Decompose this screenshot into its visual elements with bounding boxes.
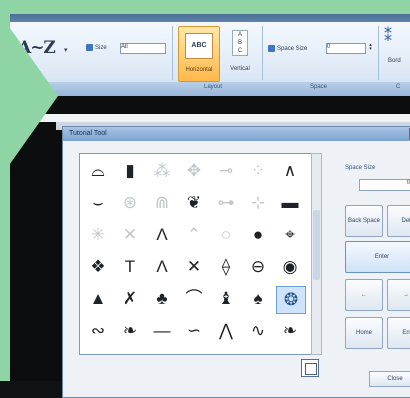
symbol-grid: ⌓ ▮ ⁂ ✥ ⊸ ⁘ ∧ ⌣ ⊛ ⋒ ❦ ⊶ ⊹ ▬ ✳ ✕ Λ ⌃ ○ ● ⌖ ❖ T Λ ✕ ⟠ ⊖ ◉ ▲ ✗ ♣ ⌒ ♝ ♠ ❂ ∾ ❧ — ∽ ⋀…: [79, 153, 313, 355]
size-label: Size: [95, 45, 107, 52]
symbol-cell[interactable]: ✥: [180, 158, 208, 184]
symbol-cell[interactable]: ⋒: [148, 190, 176, 216]
space-size-label: Space Size: [277, 46, 308, 53]
symbol-cell[interactable]: ⌖: [276, 222, 304, 248]
space-size-input[interactable]: 0: [326, 43, 366, 54]
symbol-cell[interactable]: ⊛: [116, 190, 144, 216]
symbol-grid-scrollbar[interactable]: [311, 153, 322, 355]
size-icon: [86, 44, 93, 51]
horizontal-layout-button[interactable]: ABC Horizontal: [178, 26, 220, 82]
symbol-cell[interactable]: Λ: [148, 222, 176, 248]
symbol-cell[interactable]: ●: [244, 222, 272, 248]
ribbon-divider: [172, 26, 173, 80]
space-size-icon: [268, 45, 275, 52]
end-button[interactable]: En: [387, 317, 410, 349]
symbol-cell[interactable]: ✗: [116, 286, 144, 312]
home-button[interactable]: Home: [345, 317, 383, 349]
backspace-button[interactable]: Back Space: [345, 205, 383, 237]
spinner-icon[interactable]: ▴ ▾: [368, 43, 373, 52]
delete-label: Del: [401, 218, 410, 224]
symbol-cell[interactable]: T: [116, 254, 144, 280]
title-bar: [0, 0, 410, 22]
ribbon-group-labels: Layout Space C: [0, 82, 410, 96]
space-size-control: Space Size: [268, 45, 307, 52]
symbol-cell[interactable]: Λ: [148, 254, 176, 280]
vertical-layout-button[interactable]: ABC Vertical: [226, 26, 254, 80]
sort-az-button[interactable]: A~Z: [18, 38, 56, 58]
chevron-down-icon[interactable]: ▾: [64, 46, 68, 54]
left-arrow-button[interactable]: ←: [345, 279, 383, 311]
symbol-cell[interactable]: ⊶: [212, 190, 240, 216]
symbol-cell[interactable]: ✳: [84, 222, 112, 248]
dialog-space-size-label: Space Size: [345, 165, 376, 171]
symbol-cell[interactable]: —: [148, 318, 176, 344]
symbol-cell[interactable]: ✕: [180, 254, 208, 280]
symbol-cell[interactable]: ⌒: [180, 286, 208, 312]
symbol-cell[interactable]: ⌃: [180, 222, 208, 248]
backspace-label: Back Space: [347, 218, 381, 224]
symbol-cell[interactable]: ▲: [84, 286, 112, 312]
right-arrow-button[interactable]: →: [387, 279, 410, 311]
horizontal-preview: ABC: [185, 33, 213, 59]
symbol-cell[interactable]: ∾: [84, 318, 112, 344]
space-size-value: 0: [327, 44, 331, 50]
size-control: Size: [86, 44, 107, 51]
symbol-cell[interactable]: ❦: [180, 190, 208, 216]
document-ruler: [0, 114, 410, 122]
group-label-layout: Layout: [204, 84, 223, 90]
ribbon-divider: [378, 26, 379, 80]
symbol-preview-box: [301, 359, 319, 377]
right-arrow-icon: →: [403, 292, 409, 298]
symbol-dialog: Tutorial Tool × ⌓▮⁂✥⊸⁘∧⌣⊛⋒❦⊶⊹▬✳✕Λ⌃○●⌖❖TΛ…: [62, 126, 410, 398]
symbol-cell[interactable]: ∧: [276, 158, 304, 184]
group-label-c: C: [396, 84, 401, 90]
symbol-cell[interactable]: ⁂: [148, 158, 176, 184]
size-select[interactable]: All: [120, 43, 166, 54]
symbol-cell[interactable]: ⊹: [244, 190, 272, 216]
dialog-space-size-input[interactable]: 0: [359, 179, 410, 191]
border-icon[interactable]: ⁑: [384, 29, 392, 45]
left-arrow-icon: ←: [361, 292, 367, 298]
symbol-cell[interactable]: ∽: [180, 318, 208, 344]
delete-button[interactable]: Del: [387, 205, 410, 237]
vertical-preview-icon: ABC: [232, 30, 248, 56]
dialog-title: Tutorial Tool: [69, 130, 107, 137]
symbol-cell[interactable]: ❧: [276, 318, 304, 344]
symbol-cell[interactable]: ✕: [116, 222, 144, 248]
border-label: Bord: [388, 58, 401, 64]
end-label: En: [402, 330, 410, 336]
symbol-cell[interactable]: ⊖: [244, 254, 272, 280]
symbol-cell[interactable]: ◉: [276, 254, 304, 280]
enter-button[interactable]: Enter: [345, 241, 410, 273]
close-label: Close: [387, 376, 403, 382]
symbol-cell[interactable]: ▮: [116, 158, 144, 184]
symbol-cell[interactable]: ⊸: [212, 158, 240, 184]
symbol-cell[interactable]: ∿: [244, 318, 272, 344]
scrollbar-thumb[interactable]: [313, 210, 320, 280]
symbol-cell[interactable]: ⋀: [212, 318, 240, 344]
symbol-cell[interactable]: ❖: [84, 254, 112, 280]
vertical-label: Vertical: [230, 66, 250, 72]
horizontal-label: Horizontal: [185, 67, 213, 73]
symbol-cell[interactable]: ⌓: [84, 158, 112, 184]
home-label: Home: [355, 330, 372, 336]
dialog-space-size-value: 0: [406, 180, 410, 186]
group-label-space: Space: [310, 84, 328, 90]
symbol-cell[interactable]: ❧: [116, 318, 144, 344]
symbol-cell[interactable]: ♠: [244, 286, 272, 312]
symbol-cell[interactable]: ❂: [276, 286, 306, 314]
symbol-cell[interactable]: ♝: [212, 286, 240, 312]
symbol-cell[interactable]: ⟠: [212, 254, 240, 280]
symbol-cell[interactable]: ▬: [276, 190, 304, 216]
dialog-title-bar: Tutorial Tool ×: [63, 127, 410, 141]
symbol-cell[interactable]: ⌣: [84, 190, 112, 216]
symbol-cell[interactable]: ⁘: [244, 158, 272, 184]
size-select-value: All: [121, 44, 128, 50]
close-button[interactable]: Close: [369, 371, 410, 387]
symbol-cell[interactable]: ○: [212, 222, 240, 248]
ribbon-divider: [262, 26, 263, 80]
enter-label: Enter: [374, 254, 390, 260]
symbol-cell[interactable]: ♣: [148, 286, 176, 312]
